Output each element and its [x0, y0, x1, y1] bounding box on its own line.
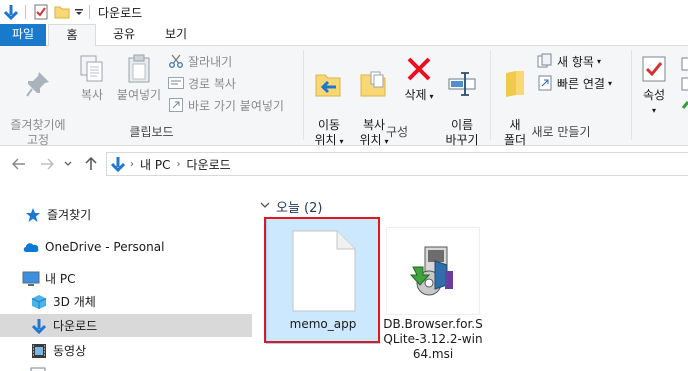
tab-share[interactable]: 공유: [100, 24, 148, 46]
customize-caret-icon[interactable]: [74, 2, 84, 22]
scissors-icon: [168, 53, 184, 69]
delete-label: 삭제: [404, 88, 427, 102]
download-icon: [30, 317, 48, 335]
copy-path-label: 경로 복사: [188, 76, 236, 91]
open-group-partial-icons: [678, 56, 688, 116]
nav-item-label: 동영상: [53, 344, 87, 358]
copy-icon: [75, 52, 109, 86]
breadcrumb-this-pc[interactable]: 내 PC: [140, 156, 170, 173]
new-folder-icon[interactable]: [53, 2, 71, 22]
paste-label: 붙여넣기: [116, 88, 162, 102]
easy-access-caret-icon: ▾: [607, 78, 612, 88]
copy-to-icon: [357, 67, 391, 101]
organize-group: 이동 위치 ▾ 복사 위치 ▾ 삭제 ▾ 이름 바꾸기 구성: [304, 46, 490, 147]
nav-item-this-pc[interactable]: 내 PC: [0, 267, 252, 290]
window-title: 다운로드: [98, 5, 143, 20]
shortcut-icon: [168, 97, 184, 113]
new-group-label: 새로 만들기: [531, 125, 591, 139]
organize-group-label: 구성: [385, 125, 409, 139]
path-icon: [168, 75, 184, 91]
ribbon: 즐겨찾기에 고정 복사 붙여넣기 잘라내기 경로 복사 바로 가기 붙여넣기 클…: [0, 46, 688, 147]
new-item-label: 새 항목: [557, 54, 594, 69]
properties-label: 속성: [642, 88, 666, 102]
nav-item-label: 즐겨찾기: [47, 208, 92, 222]
nav-item-downloads[interactable]: 다운로드: [0, 314, 252, 337]
star-icon: [24, 206, 42, 224]
up-arrow-icon[interactable]: [82, 155, 100, 173]
back-arrow-icon[interactable]: [10, 155, 28, 173]
file-name: DB.Browser.for.SQLite-3.12.2-win64.msi: [383, 317, 483, 361]
paste-button[interactable]: 붙여넣기: [112, 52, 166, 103]
delete-x-icon: [402, 52, 436, 86]
cut-label: 잘라내기: [188, 54, 233, 69]
nav-item-label: OneDrive - Personal: [45, 239, 165, 254]
address-download-icon: [111, 156, 125, 172]
separator: [89, 5, 90, 19]
move-to-icon: [312, 67, 346, 101]
breadcrumb-separator-icon[interactable]: ›: [130, 159, 134, 170]
new-folder-icon: [498, 67, 532, 101]
easy-access-button[interactable]: 빠른 연결 ▾: [537, 74, 612, 92]
group-header-today[interactable]: 오늘 (2): [260, 197, 322, 216]
copy-path-button[interactable]: 경로 복사: [168, 74, 236, 92]
new-group: 새 폴더 새 항목 ▾ 빠른 연결 ▾ 새로 만들기: [491, 46, 631, 147]
forward-arrow-icon[interactable]: [38, 155, 56, 173]
nav-item-label: 내 PC: [45, 272, 76, 286]
separator: [25, 5, 26, 19]
properties-button[interactable]: 속성 ▾: [636, 52, 672, 118]
easy-access-label: 빠른 연결: [557, 76, 605, 91]
paste-shortcut-label: 바로 가기 붙여넣기: [188, 98, 284, 113]
tab-view[interactable]: 보기: [152, 24, 200, 46]
nav-item-partial-icon: [30, 364, 46, 371]
properties-icon: [637, 52, 671, 86]
tab-file[interactable]: 파일: [0, 24, 46, 46]
nav-item-3d-objects[interactable]: 3D 개체: [0, 290, 252, 313]
nav-item-onedrive[interactable]: OneDrive - Personal: [0, 235, 252, 258]
title-bar: 다운로드: [0, 0, 688, 24]
clipboard-group-label: 클립보드: [129, 125, 174, 139]
easy-access-icon: [537, 75, 553, 91]
installer-icon: [386, 227, 480, 315]
navigation-pane: 즐겨찾기 OneDrive - Personal 내 PC 3D 개체 다운로드…: [0, 181, 252, 371]
delete-button[interactable]: 삭제 ▾: [400, 52, 438, 104]
chevron-down-icon[interactable]: [260, 201, 270, 212]
new-item-caret-icon: ▾: [596, 56, 601, 66]
nav-item-videos[interactable]: 동영상: [0, 339, 252, 362]
copy-label: 복사: [80, 88, 104, 102]
cloud-icon: [22, 238, 40, 256]
recent-locations-chevron-icon[interactable]: [62, 155, 74, 173]
breadcrumb-separator-icon[interactable]: ›: [176, 159, 180, 170]
cube-icon: [30, 293, 48, 311]
open-group: 속성 ▾: [632, 46, 688, 146]
video-icon: [30, 342, 48, 360]
paste-icon: [122, 52, 156, 86]
breadcrumb-downloads[interactable]: 다운로드: [186, 156, 230, 173]
paste-shortcut-button[interactable]: 바로 가기 붙여넣기: [168, 96, 284, 114]
clipboard-group: 즐겨찾기에 고정 복사 붙여넣기 잘라내기 경로 복사 바로 가기 붙여넣기 클…: [0, 46, 303, 147]
nav-item-label: 3D 개체: [53, 295, 96, 309]
nav-item-label: 다운로드: [53, 319, 98, 333]
file-item-db-browser-msi[interactable]: DB.Browser.for.SQLite-3.12.2-win64.msi: [383, 219, 483, 361]
highlight-box: [264, 217, 380, 343]
tab-home[interactable]: 홈: [48, 24, 96, 47]
delete-caret-icon: ▾: [429, 92, 434, 101]
cut-button[interactable]: 잘라내기: [168, 52, 232, 70]
ribbon-tabs: 파일 홈 공유 보기: [0, 24, 688, 47]
new-item-icon: [537, 53, 553, 69]
properties-caret-icon: ▾: [651, 106, 656, 115]
navigation-bar: › 내 PC › 다운로드: [0, 147, 688, 181]
nav-item-quick-access[interactable]: 즐겨찾기: [0, 203, 252, 226]
copy-button[interactable]: 복사: [72, 52, 112, 103]
address-bar[interactable]: › 내 PC › 다운로드: [106, 152, 688, 176]
group-header-label: 오늘 (2): [276, 201, 323, 216]
pin-icon: [21, 67, 55, 101]
down-arrow-icon[interactable]: [2, 2, 20, 22]
new-item-button[interactable]: 새 항목 ▾: [537, 52, 601, 70]
properties-check-icon[interactable]: [32, 2, 50, 22]
computer-icon: [22, 270, 40, 288]
rename-icon: [445, 67, 479, 101]
